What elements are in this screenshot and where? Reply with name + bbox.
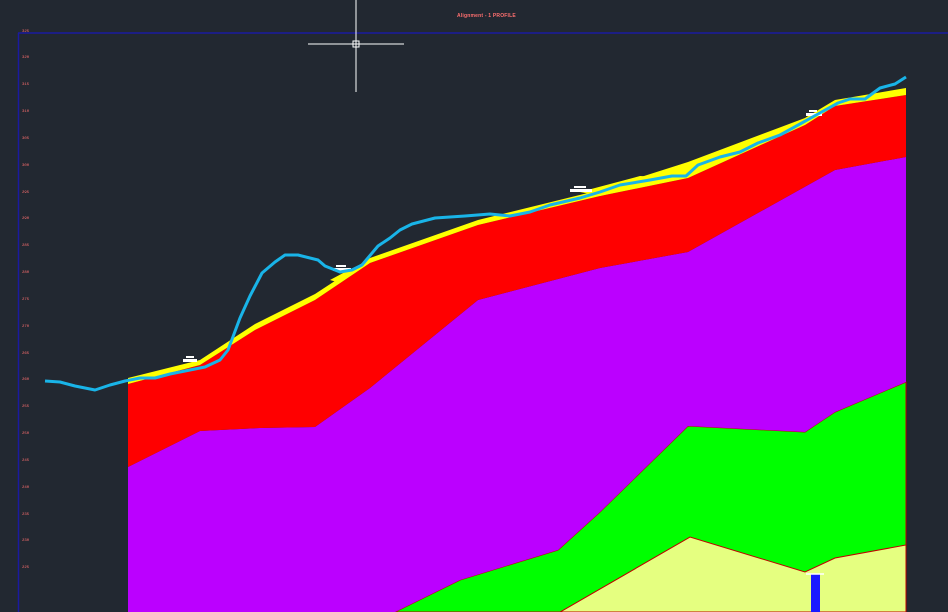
drawing-title: Alignment - 1 PROFILE [457,13,516,19]
axis-tick-label: 315 [22,83,30,87]
axis-tick-label: 275 [22,298,30,302]
axis-tick-label: 310 [22,110,30,114]
axis-tick-label: 285 [22,244,30,248]
axis-tick-label: 325 [22,30,30,34]
axis-tick-label: 250 [22,432,30,436]
axis-tick-label: 230 [22,539,30,543]
axis-tick-label: 300 [22,164,30,168]
axis-tick-label: 245 [22,459,30,463]
axis-tick-label: 260 [22,378,30,382]
axis-tick-label: 270 [22,325,30,329]
axis-tick-label: 265 [22,352,30,356]
axis-tick-label: 255 [22,405,30,409]
drawing-canvas[interactable]: Alignment - 1 PROFILE 325 320 315 310 30… [0,0,948,612]
axis-tick-label: 280 [22,271,30,275]
axis-tick-label: 320 [22,56,30,60]
crosshair-cursor [308,0,404,92]
axis-tick-label: 290 [22,217,30,221]
profile-drawing [17,0,948,612]
axis-tick-label: 235 [22,513,30,517]
axis-tick-label: 295 [22,191,30,195]
axis-tick-label: 225 [22,566,30,570]
axis-tick-label: 305 [22,137,30,141]
axis-tick-label: 240 [22,486,30,490]
station-marker [811,574,820,612]
